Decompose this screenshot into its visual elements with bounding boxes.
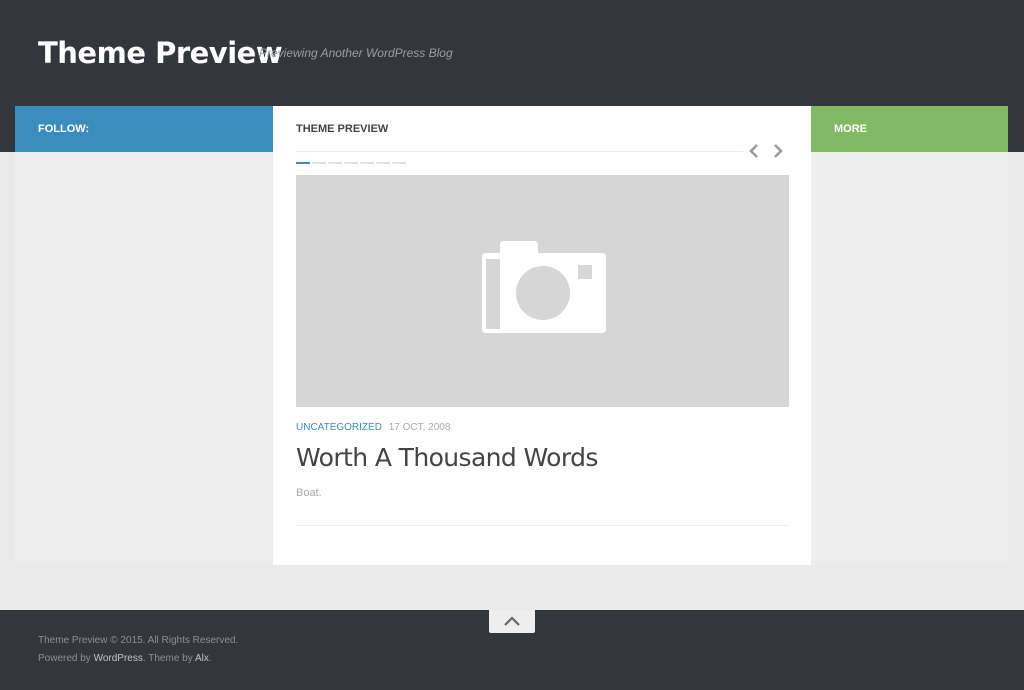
- site-footer: Theme Preview © 2015. All Rights Reserve…: [0, 610, 1024, 690]
- site-title[interactable]: Theme Preview: [38, 36, 283, 70]
- back-to-top-button[interactable]: [489, 610, 535, 633]
- chevron-right-icon[interactable]: [771, 140, 785, 162]
- wordpress-link[interactable]: WordPress: [94, 653, 143, 664]
- post-title[interactable]: Worth A Thousand Words: [296, 443, 598, 472]
- theme-author-link[interactable]: Alx: [195, 653, 209, 664]
- content-heading: Theme Preview: [296, 106, 789, 152]
- chevron-up-icon: [504, 616, 520, 626]
- post-divider: [296, 525, 789, 526]
- slider-dot[interactable]: [376, 162, 390, 164]
- slider-nav: [743, 140, 789, 162]
- powered-prefix: Powered by: [38, 653, 94, 664]
- slider-dot[interactable]: [360, 162, 374, 164]
- slider-dot[interactable]: [312, 162, 326, 164]
- follow-heading: Follow:: [15, 106, 273, 152]
- sidebar-left: Follow:: [15, 106, 273, 565]
- powered-by: Powered by WordPress. Theme by Alx.: [38, 653, 212, 664]
- sidebar-right: More: [811, 106, 1008, 565]
- post-thumbnail[interactable]: [296, 175, 789, 407]
- theme-suffix: .: [208, 653, 212, 664]
- content-column: Theme Preview: [273, 106, 811, 565]
- copyright-text: Theme Preview © 2015. All Rights Reserve…: [38, 635, 239, 646]
- post-date: 17 Oct, 2008: [388, 422, 451, 433]
- slider-dot[interactable]: [328, 162, 342, 164]
- camera-icon: [482, 241, 606, 333]
- slider-dot[interactable]: [344, 162, 358, 164]
- slider-dots: [296, 162, 406, 164]
- chevron-left-icon[interactable]: [747, 140, 761, 162]
- post-meta: Uncategorized 17 Oct, 2008: [296, 422, 450, 433]
- slider-dot[interactable]: [296, 162, 310, 164]
- more-heading: More: [811, 106, 1008, 152]
- slider-dot[interactable]: [392, 162, 406, 164]
- main-wrapper: Follow: Theme Preview: [15, 106, 1008, 565]
- post-category[interactable]: Uncategorized: [296, 422, 382, 433]
- theme-prefix: . Theme by: [142, 653, 195, 664]
- site-description: Previewing Another WordPress Blog: [259, 46, 453, 60]
- post-excerpt: Boat.: [296, 487, 322, 499]
